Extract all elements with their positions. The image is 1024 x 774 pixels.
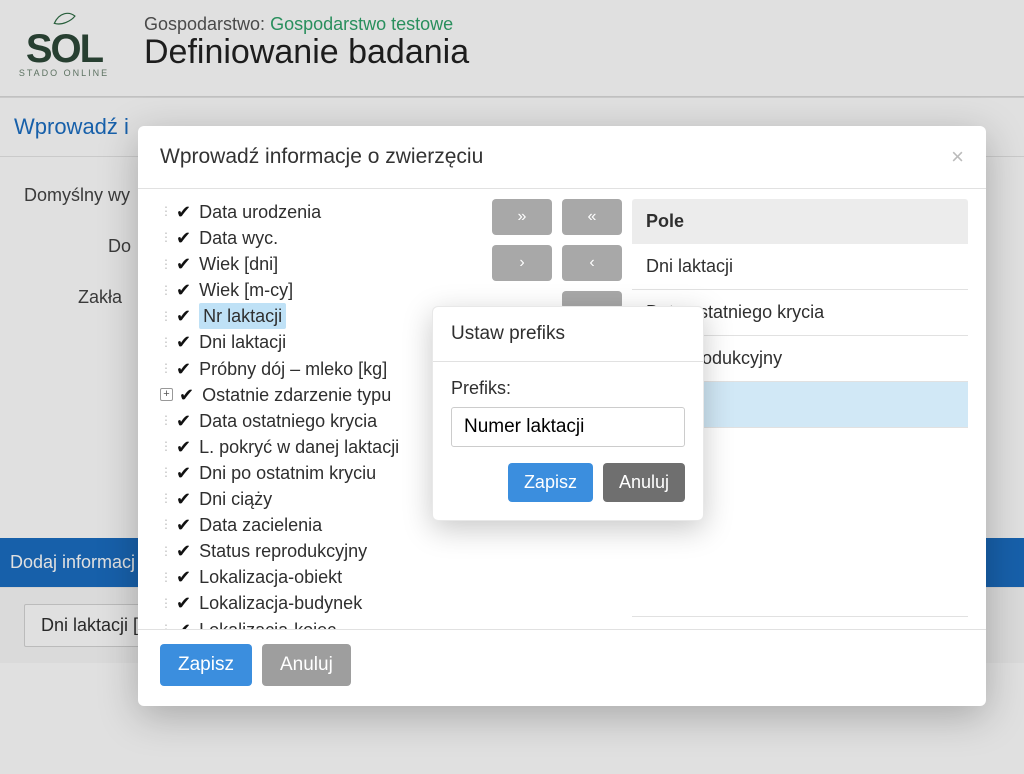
tree-item-label: Lokalizacja-kojec xyxy=(199,617,336,630)
check-icon: ✔ xyxy=(176,460,191,486)
tree-item[interactable]: ⋮ ✔ Data wyc. xyxy=(160,225,480,251)
tree-connector: ⋮ xyxy=(160,334,168,351)
prefix-cancel-button[interactable]: Anuluj xyxy=(603,463,685,502)
prefix-input[interactable] xyxy=(451,407,685,447)
tree-item-label: Dni po ostatnim kryciu xyxy=(199,460,376,486)
prefix-modal-footer: Zapisz Anuluj xyxy=(433,453,703,520)
tree-connector: ⋮ xyxy=(160,595,168,612)
check-icon: ✔ xyxy=(176,538,191,564)
tree-item[interactable]: ⋮ ✔ Status reprodukcyjny xyxy=(160,538,480,564)
tree-item-label: Ostatnie zdarzenie typu xyxy=(202,382,391,408)
tree-item[interactable]: ⋮ ✔ Lokalizacja-obiekt xyxy=(160,564,480,590)
tree-connector: ⋮ xyxy=(160,490,168,507)
tree-connector: ⋮ xyxy=(160,621,168,629)
tree-item-label: Dni laktacji xyxy=(199,329,286,355)
check-icon: ✔ xyxy=(179,382,194,408)
tree-item[interactable]: ⋮ ✔ Wiek [dni] xyxy=(160,251,480,277)
move-all-right-button[interactable]: » xyxy=(492,199,552,235)
prefix-label: Prefiks: xyxy=(451,378,511,398)
move-left-button[interactable]: ‹ xyxy=(562,245,622,281)
tree-item-label: Data urodzenia xyxy=(199,199,321,225)
tree-item[interactable]: ⋮ ✔ Lokalizacja-budynek xyxy=(160,590,480,616)
check-icon: ✔ xyxy=(176,251,191,277)
modal-header: Wprowadź informacje o zwierzęciu × xyxy=(138,126,986,189)
check-icon: ✔ xyxy=(176,434,191,460)
check-icon: ✔ xyxy=(176,356,191,382)
check-icon: ✔ xyxy=(176,617,191,630)
field-tree[interactable]: ⋮✔Data urodzenia⋮✔Data wyc.⋮✔Wiek [dni]⋮… xyxy=(138,199,482,629)
tree-item-label: Próbny dój – mleko [kg] xyxy=(199,356,387,382)
tree-item[interactable]: ⋮ ✔ Wiek [m-cy] xyxy=(160,277,480,303)
expand-icon[interactable]: + xyxy=(160,388,173,401)
tree-connector: ⋮ xyxy=(160,282,168,299)
tree-connector: ⋮ xyxy=(160,308,168,325)
check-icon: ✔ xyxy=(176,329,191,355)
tree-item[interactable]: ⋮ ✔ Lokalizacja-kojec xyxy=(160,617,480,630)
table-bottom-border xyxy=(632,608,968,617)
tree-item-label: Status reprodukcyjny xyxy=(199,538,367,564)
check-icon: ✔ xyxy=(176,486,191,512)
tree-item-label: Wiek [dni] xyxy=(199,251,278,277)
move-right-button[interactable]: › xyxy=(492,245,552,281)
tree-item-label: Data ostatniego krycia xyxy=(199,408,377,434)
double-chevron-right-icon: » xyxy=(518,208,527,226)
double-chevron-left-icon: « xyxy=(588,208,597,226)
cancel-button[interactable]: Anuluj xyxy=(262,644,351,686)
close-icon[interactable]: × xyxy=(951,144,964,170)
check-icon: ✔ xyxy=(176,225,191,251)
move-all-left-button[interactable]: « xyxy=(562,199,622,235)
tree-item-label: Dni ciąży xyxy=(199,486,272,512)
tree-connector: ⋮ xyxy=(160,256,168,273)
prefix-save-button[interactable]: Zapisz xyxy=(508,463,593,502)
tree-item-label: Lokalizacja-budynek xyxy=(199,590,362,616)
save-button[interactable]: Zapisz xyxy=(160,644,252,686)
check-icon: ✔ xyxy=(176,199,191,225)
prefix-modal: Ustaw prefiks Prefiks: Zapisz Anuluj xyxy=(432,306,704,521)
tree-connector: ⋮ xyxy=(160,464,168,481)
check-icon: ✔ xyxy=(176,277,191,303)
check-icon: ✔ xyxy=(176,408,191,434)
tree-item-label: Data wyc. xyxy=(199,225,278,251)
tree-item-label: Nr laktacji xyxy=(199,303,286,329)
tree-item-label: Data zacielenia xyxy=(199,512,322,538)
modal-footer: Zapisz Anuluj xyxy=(138,629,986,706)
tree-connector: ⋮ xyxy=(160,229,168,246)
tree-connector: ⋮ xyxy=(160,203,168,220)
tree-connector: ⋮ xyxy=(160,438,168,455)
prefix-modal-body: Prefiks: xyxy=(433,362,703,453)
tree-connector: ⋮ xyxy=(160,569,168,586)
check-icon: ✔ xyxy=(176,564,191,590)
selected-fields-header: Pole xyxy=(632,199,968,244)
chevron-right-icon: › xyxy=(519,254,524,272)
check-icon: ✔ xyxy=(176,590,191,616)
tree-item-label: Wiek [m-cy] xyxy=(199,277,293,303)
tree-connector: ⋮ xyxy=(160,516,168,533)
tree-item[interactable]: ⋮ ✔ Data urodzenia xyxy=(160,199,480,225)
prefix-modal-title: Ustaw prefiks xyxy=(433,307,703,362)
tree-connector: ⋮ xyxy=(160,360,168,377)
chevron-left-icon: ‹ xyxy=(589,254,594,272)
modal-title: Wprowadź informacje o zwierzęciu xyxy=(160,145,483,169)
tree-item-label: L. pokryć w danej laktacji xyxy=(199,434,399,460)
tree-connector: ⋮ xyxy=(160,543,168,560)
check-icon: ✔ xyxy=(176,512,191,538)
check-icon: ✔ xyxy=(176,303,191,329)
selected-field-row[interactable]: Dni laktacji xyxy=(632,244,968,290)
tree-connector: ⋮ xyxy=(160,412,168,429)
tree-item-label: Lokalizacja-obiekt xyxy=(199,564,342,590)
